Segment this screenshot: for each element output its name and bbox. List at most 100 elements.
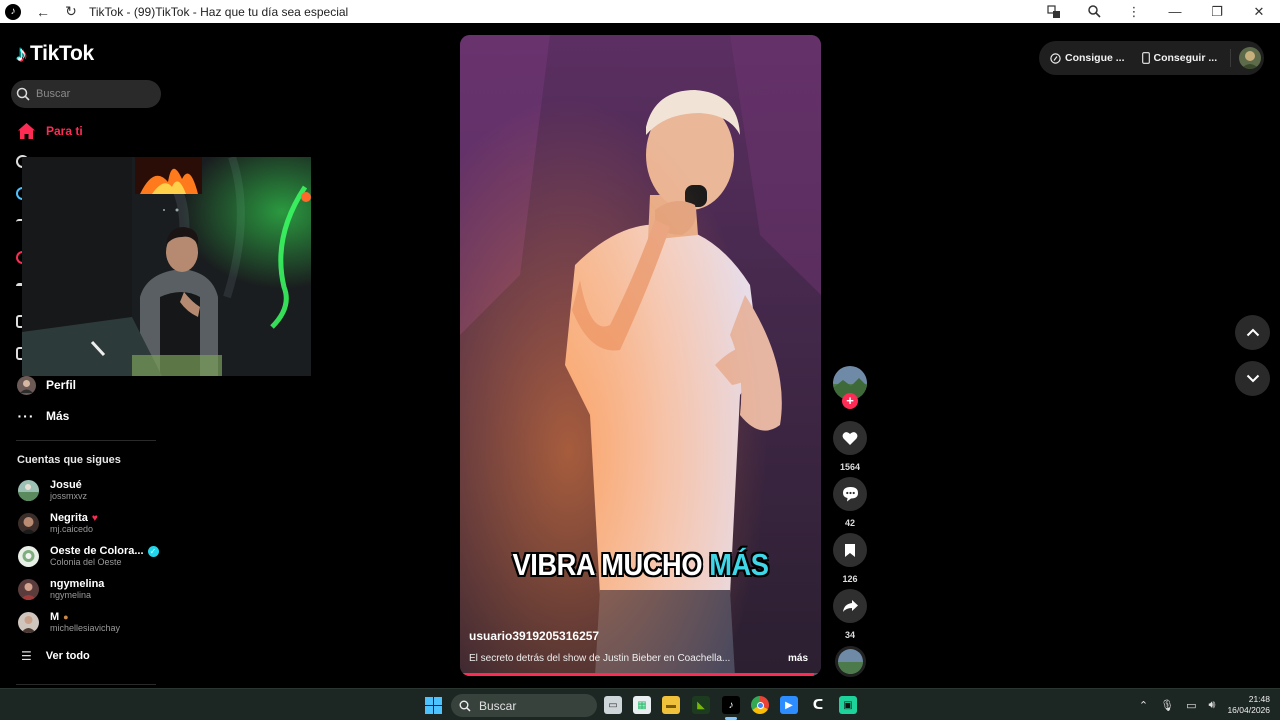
get-coins-label: Consigue ... xyxy=(1065,52,1125,64)
nav-profile[interactable]: Perfil xyxy=(16,375,76,395)
top-actions-bar: Consigue ... Conseguir ... xyxy=(1039,41,1264,75)
previous-video-button[interactable] xyxy=(1235,315,1270,350)
account-username: jossmxvz xyxy=(50,490,88,501)
share-icon[interactable] xyxy=(833,589,867,623)
account-name: Negrita ♥ xyxy=(50,512,98,525)
video-description: El secreto detrás del show de Justin Bie… xyxy=(469,653,731,664)
whatsapp-icon[interactable]: ▣ xyxy=(839,696,857,714)
reload-icon[interactable]: ↻ xyxy=(57,0,85,23)
tiktok-taskbar-icon[interactable]: ♪ xyxy=(722,696,740,714)
like-action[interactable]: 1564 xyxy=(833,421,867,472)
comment-count: 42 xyxy=(844,518,855,528)
following-account[interactable]: Oeste de Colora... ✓ Colonia del Oeste xyxy=(18,545,159,567)
clock-date: 16/04/2026 xyxy=(1227,705,1270,715)
zoom-app-icon[interactable]: ▶ xyxy=(780,696,798,714)
nav-for-you-label: Para ti xyxy=(46,124,83,138)
account-username: michellesiavichay xyxy=(50,622,121,633)
webcam-overlay xyxy=(22,157,311,376)
see-all-label: Ver todo xyxy=(45,650,90,662)
more-dots-icon: ··· xyxy=(17,408,35,424)
volume-icon[interactable]: 🔊︎ xyxy=(1209,699,1216,712)
share-action[interactable]: 34 xyxy=(833,589,867,640)
pill-separator xyxy=(1230,49,1232,67)
kebab-menu-icon[interactable]: ⋮ xyxy=(1114,0,1154,23)
search-icon xyxy=(459,700,471,712)
taskbar-search-label: Buscar xyxy=(479,698,517,713)
restore-icon[interactable]: ❐ xyxy=(1196,0,1238,23)
save-action[interactable]: 126 xyxy=(833,533,867,584)
webcam-image xyxy=(22,157,311,376)
video-progress-fill xyxy=(460,673,814,676)
store-icon[interactable]: ▦ xyxy=(633,696,651,714)
account-name-text: M xyxy=(50,611,60,623)
get-app-label: Conseguir ... xyxy=(1153,52,1218,64)
see-all-button[interactable]: ☰ Ver todo xyxy=(21,649,90,663)
chrome-icon[interactable] xyxy=(751,696,769,714)
minimize-icon[interactable]: — xyxy=(1154,0,1196,23)
microphone-icon[interactable]: 🎙︎ xyxy=(1160,699,1174,712)
search-placeholder: Buscar xyxy=(36,88,71,100)
taskbar-clock[interactable]: 21:48 16/04/2026 xyxy=(1227,694,1270,715)
nav-for-you[interactable]: Para ti xyxy=(16,121,83,141)
save-count: 126 xyxy=(842,574,858,584)
following-account[interactable]: M ● michellesiavichay xyxy=(18,611,121,633)
capcut-icon[interactable]: ᑕ xyxy=(809,696,827,714)
account-name: Oeste de Colora... ✓ xyxy=(50,545,159,558)
account-name: Josué xyxy=(50,479,82,491)
like-count: 1564 xyxy=(839,462,861,472)
file-explorer-icon[interactable]: ▬ xyxy=(662,696,680,714)
account-avatar-top[interactable] xyxy=(1239,47,1262,69)
account-name: M ● xyxy=(50,611,120,624)
bookmark-icon[interactable] xyxy=(833,533,867,567)
comment-icon[interactable] xyxy=(833,477,867,511)
taskbar-search[interactable]: Buscar xyxy=(451,694,597,717)
network-icon[interactable]: ▭ xyxy=(1186,699,1196,712)
get-app-button[interactable]: Conseguir ... xyxy=(1141,52,1218,64)
follow-button[interactable]: + xyxy=(842,393,858,409)
get-coins-button[interactable]: Consigue ... xyxy=(1050,52,1125,64)
profile-avatar xyxy=(16,375,36,395)
following-account[interactable]: Josué jossmxvz xyxy=(18,479,88,501)
following-account[interactable]: Negrita ♥ mj.caicedo xyxy=(18,512,98,534)
next-video-button[interactable] xyxy=(1235,361,1270,396)
task-view-icon[interactable]: ▭ xyxy=(604,696,622,714)
account-avatar xyxy=(18,546,39,567)
video-author[interactable]: usuario3919205316257 xyxy=(469,629,599,643)
zoom-icon[interactable] xyxy=(1074,0,1114,23)
music-disc[interactable] xyxy=(835,646,866,677)
nav-more-label: Más xyxy=(46,409,70,423)
account-username: ngymelina xyxy=(50,589,92,600)
description-more-button[interactable]: más xyxy=(788,653,808,664)
following-section-title: Cuentas que sigues xyxy=(17,454,121,466)
tiktok-logo[interactable]: ♪ TikTok xyxy=(16,41,94,67)
windows-start-icon[interactable] xyxy=(425,697,442,714)
close-icon[interactable]: ✕ xyxy=(1238,0,1280,23)
tray-chevron-up-icon[interactable]: ⌃ xyxy=(1139,699,1148,712)
following-account[interactable]: ngymelina ngymelina xyxy=(18,578,104,600)
window-title: TikTok - (99)TikTok - Haz que tu día sea… xyxy=(89,4,349,19)
verified-badge-icon: ✓ xyxy=(147,546,159,558)
back-arrow-icon[interactable]: ← xyxy=(29,0,57,23)
nav-more[interactable]: ··· Más xyxy=(16,406,70,426)
search-icon xyxy=(16,87,30,101)
nvidia-icon[interactable]: ◣ xyxy=(692,696,710,714)
account-avatar xyxy=(18,480,39,501)
video-progress-bar[interactable] xyxy=(460,673,821,676)
translate-icon[interactable] xyxy=(1034,0,1074,23)
account-name-text: Oeste de Colora... xyxy=(50,545,144,557)
search-input[interactable]: Buscar xyxy=(11,80,161,108)
heart-icon[interactable] xyxy=(833,421,867,455)
video-caption: VIBRA MUCHO MÁS xyxy=(482,547,800,583)
account-username: Colonia del Oeste xyxy=(50,556,122,567)
account-avatar xyxy=(18,513,39,534)
caption-highlight-text: MÁS xyxy=(709,547,769,582)
phone-icon xyxy=(1141,52,1150,64)
brand-name: TikTok xyxy=(30,42,94,65)
sidebar-divider xyxy=(16,684,156,685)
account-avatar xyxy=(18,612,39,633)
tiktok-app-icon: ♪ xyxy=(5,3,21,20)
video-player[interactable]: VIBRA MUCHO MÁS usuario3919205316257 El … xyxy=(460,35,821,676)
chevron-down-icon xyxy=(1246,374,1259,383)
system-tray: ⌃ 🎙︎ ▭ 🔊︎ 21:48 16/04/2026 xyxy=(1139,689,1270,720)
comment-action[interactable]: 42 xyxy=(833,477,867,528)
